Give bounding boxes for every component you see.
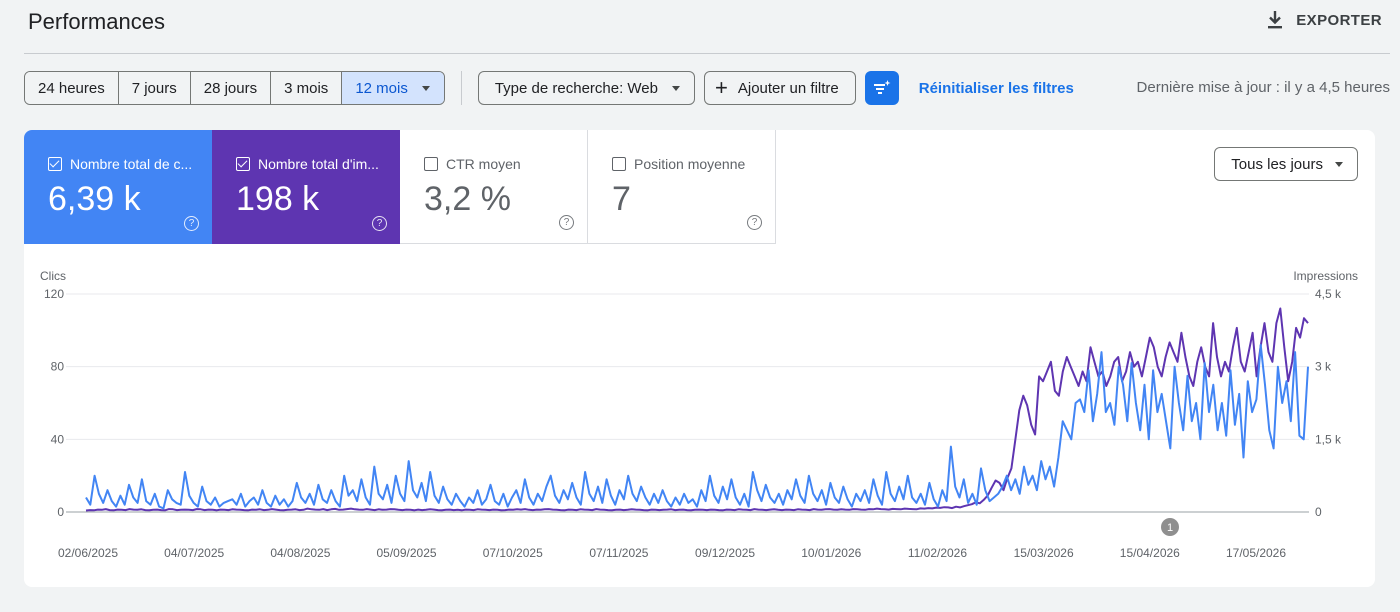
metric-label: Position moyenne — [612, 156, 745, 172]
help-icon[interactable]: ? — [372, 216, 387, 231]
add-filter-label: Ajouter un filtre — [737, 79, 839, 97]
left-tick-label: 80 — [51, 360, 65, 374]
x-tick-label: 09/12/2025 — [695, 546, 755, 560]
metric-label: Nombre total de c... — [48, 156, 192, 172]
range-label: 28 jours — [203, 79, 258, 97]
clicks-series-line — [85, 343, 1309, 510]
x-tick-label: 10/01/2026 — [801, 546, 861, 560]
left-tick-label: 120 — [44, 287, 64, 301]
search-type-label: Type de recherche: Web — [494, 79, 658, 97]
range-label: 3 mois — [284, 79, 329, 97]
download-icon — [1268, 11, 1283, 29]
performance-chart: 0 0 40 1,5 k 80 3 k 120 4,5 k Clics Impressions 02… — [40, 269, 1358, 560]
chevron-down-icon — [421, 85, 430, 91]
range-7d-button[interactable]: 7 jours — [118, 72, 191, 104]
right-tick-label: 1,5 k — [1315, 432, 1342, 446]
search-type-dropdown[interactable]: Type de recherche: Web — [477, 71, 695, 105]
last-update-text: Dernière mise à jour : il y a 4,5 heures — [1136, 79, 1390, 96]
chevron-down-icon — [672, 85, 680, 91]
metric-position-card[interactable]: Position moyenne 7 ? — [588, 130, 776, 244]
checkbox-checked-icon[interactable] — [236, 157, 250, 171]
export-button[interactable]: EXPORTER — [1266, 10, 1382, 30]
metric-value: 6,39 k — [48, 180, 141, 218]
x-tick-label: 07/11/2025 — [589, 546, 648, 560]
checkbox-unchecked-icon[interactable] — [612, 157, 626, 171]
impressions-series-line — [85, 307, 1309, 512]
x-tick-label: 17/05/2026 — [1226, 546, 1286, 560]
x-tick-label: 15/04/2026 — [1120, 546, 1180, 560]
metric-value: 3,2 % — [424, 180, 511, 218]
metric-clicks-card[interactable]: Nombre total de c... 6,39 k ? — [24, 130, 212, 244]
x-tick-label: 15/03/2026 — [1014, 546, 1074, 560]
left-tick-label: 40 — [51, 432, 65, 446]
range-label: 24 heures — [38, 79, 105, 97]
checkbox-checked-icon[interactable] — [48, 157, 62, 171]
right-tick-label: 0 — [1315, 505, 1322, 519]
page-title: Performances — [28, 9, 165, 34]
right-axis-label: Impressions — [1293, 269, 1358, 283]
right-tick-label: 3 k — [1315, 360, 1332, 374]
x-tick-label: 05/09/2025 — [377, 546, 437, 560]
metric-value: 7 — [612, 180, 631, 218]
metric-label-text: Nombre total d'im... — [258, 156, 379, 172]
range-28d-button[interactable]: 28 jours — [190, 72, 272, 104]
annotation-label: 1 — [1167, 522, 1173, 534]
chevron-down-icon — [1335, 161, 1343, 167]
checkbox-unchecked-icon[interactable] — [424, 157, 438, 171]
help-icon[interactable]: ? — [184, 216, 199, 231]
add-filter-button[interactable]: + Ajouter un filtre — [704, 71, 856, 105]
metric-ctr-card[interactable]: CTR moyen 3,2 % ? — [400, 130, 588, 244]
x-tick-label: 04/07/2025 — [164, 546, 224, 560]
days-dropdown-label: Tous les jours — [1231, 155, 1323, 173]
top-bar: Performances EXPORTER — [0, 0, 1400, 54]
range-3m-button[interactable]: 3 mois — [271, 72, 343, 104]
x-tick-label: 11/02/2026 — [908, 546, 967, 560]
metric-label-text: Nombre total de c... — [70, 156, 193, 172]
help-icon[interactable]: ? — [559, 215, 574, 230]
days-dropdown[interactable]: Tous les jours — [1214, 147, 1358, 181]
metric-impressions-card[interactable]: Nombre total d'im... 198 k ? — [212, 130, 400, 244]
range-label: 12 mois — [355, 79, 408, 97]
date-range-group: 24 heures 7 jours 28 jours 3 mois 12 moi… — [24, 71, 445, 105]
metric-label-text: CTR moyen — [446, 156, 521, 172]
filter-sparkle-icon — [873, 80, 891, 94]
filter-bar: 24 heures 7 jours 28 jours 3 mois 12 moi… — [24, 71, 1074, 105]
range-label: 7 jours — [131, 79, 177, 97]
help-icon[interactable]: ? — [747, 215, 762, 230]
header-divider — [24, 53, 1390, 54]
performance-card: Nombre total de c... 6,39 k ? Nombre tot… — [24, 130, 1375, 587]
range-12m-button[interactable]: 12 mois — [342, 72, 444, 104]
export-label: EXPORTER — [1296, 11, 1382, 29]
reset-filters-link[interactable]: Réinitialiser les filtres — [919, 80, 1074, 97]
x-tick-label: 07/10/2025 — [483, 546, 543, 560]
filter-separator — [460, 71, 462, 105]
left-tick-label: 0 — [57, 505, 64, 519]
metric-label-text: Position moyenne — [634, 156, 746, 172]
x-tick-label: 02/06/2025 — [58, 546, 118, 560]
range-24h-button[interactable]: 24 heures — [25, 72, 119, 104]
plus-icon: + — [715, 75, 728, 100]
left-axis-label: Clics — [40, 269, 66, 283]
metric-label: CTR moyen — [424, 156, 521, 172]
filter-suggestions-button[interactable] — [864, 71, 899, 105]
metric-value: 198 k — [236, 180, 320, 218]
x-tick-label: 04/08/2025 — [270, 546, 330, 560]
right-tick-label: 4,5 k — [1315, 287, 1342, 301]
metric-label: Nombre total d'im... — [236, 156, 379, 172]
